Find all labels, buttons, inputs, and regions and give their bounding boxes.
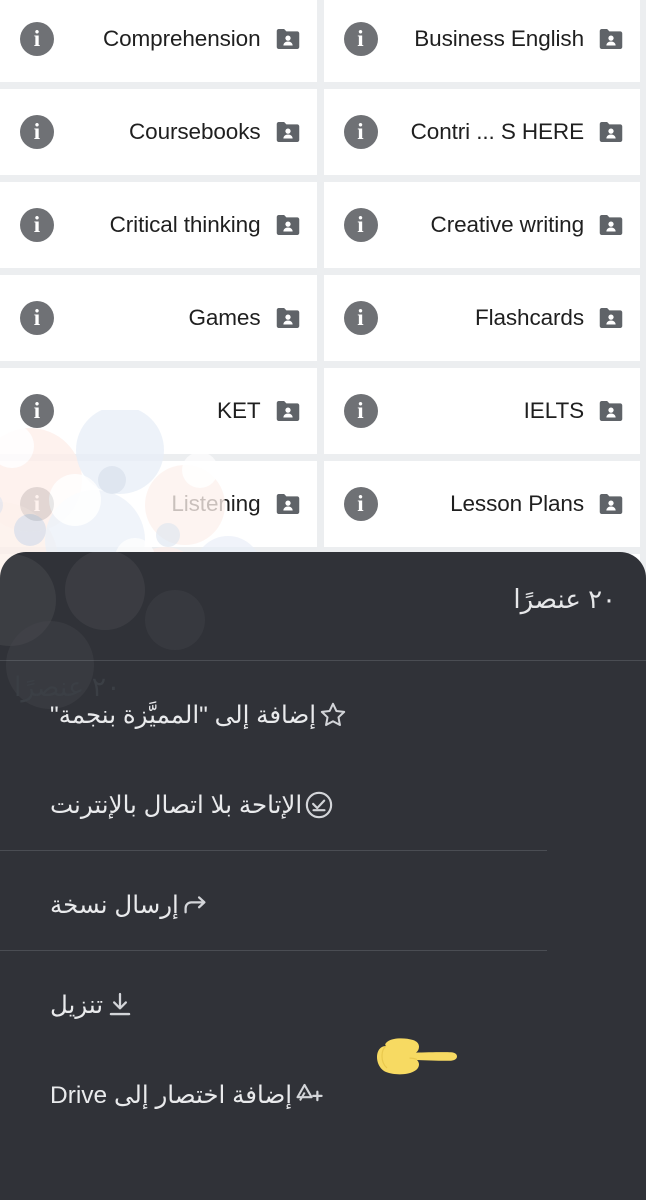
info-icon[interactable]: i <box>20 208 54 242</box>
pointing-hand-right-icon <box>377 1038 457 1075</box>
info-icon[interactable]: i <box>343 115 378 149</box>
file-grid-row: i Coursebooks i Contri ... S HERE <box>0 89 640 175</box>
menu-item-label: إرسال نسخة <box>50 892 179 919</box>
info-icon[interactable]: i <box>343 301 378 335</box>
folder-card-title: Flashcards <box>474 305 584 330</box>
menu-group: إرسال نسخة <box>0 860 646 950</box>
file-grid-row: i Critical thinking i Creative writing <box>0 182 640 268</box>
bottom-sheet-header: ٢٠ عنصرًا <box>0 552 646 660</box>
info-icon[interactable]: i <box>343 394 378 428</box>
folder-card[interactable]: i Critical thinking <box>0 182 317 268</box>
folder-card-title: KET <box>217 398 261 423</box>
folder-card[interactable]: i Business English <box>323 0 640 82</box>
info-icon[interactable]: i <box>20 394 54 428</box>
shared-folder-icon <box>273 303 303 333</box>
folder-card-title: Coursebooks <box>129 119 261 144</box>
folder-card[interactable]: i Contri ... S HERE <box>323 89 640 175</box>
folder-card[interactable]: i Coursebooks <box>0 89 317 175</box>
menu-item-download[interactable]: تنزيل <box>0 960 646 1050</box>
folder-card[interactable]: i KET <box>0 368 317 454</box>
folder-card[interactable]: i Creative writing <box>323 182 640 268</box>
info-icon[interactable]: i <box>20 301 54 335</box>
file-grid-row: i Listening i Lesson Plans <box>0 461 640 547</box>
info-icon[interactable]: i <box>20 115 54 149</box>
add-shortcut-drive-icon <box>292 1078 326 1112</box>
folder-card-title: Lesson Plans <box>450 491 584 516</box>
folder-card-title: Contri ... S HERE <box>410 119 584 144</box>
menu-item-label: تنزيل <box>50 992 104 1019</box>
folder-card-title: Business English <box>414 26 584 51</box>
shared-folder-icon <box>273 489 303 519</box>
menu-item-send-a-copy[interactable]: إرسال نسخة <box>0 860 646 950</box>
shared-folder-icon <box>596 489 626 519</box>
info-icon[interactable]: i <box>20 487 54 521</box>
divider <box>0 660 646 661</box>
folder-card-title: Comprehension <box>102 26 261 51</box>
bottom-sheet-menu: ٢٠ عنصرًا إضافة إلى "المميَّزة بنجمة" ال… <box>0 552 646 1200</box>
menu-item-label: إضافة إلى "المميَّزة بنجمة" <box>50 702 317 729</box>
folder-card-title: Critical thinking <box>109 212 261 237</box>
send-copy-arrow-icon <box>179 888 213 922</box>
folder-card[interactable]: i Games <box>0 275 317 361</box>
shared-folder-icon <box>596 210 626 240</box>
folder-card[interactable]: i Listening <box>0 461 317 547</box>
shared-folder-icon <box>273 117 303 147</box>
divider <box>0 950 547 951</box>
shared-folder-icon <box>273 24 303 54</box>
file-grid-row: i Games i Flashcards <box>0 275 640 361</box>
file-grid: i Comprehension i Business English i Cou… <box>0 0 640 640</box>
shared-folder-icon <box>596 24 626 54</box>
info-icon[interactable]: i <box>20 22 54 56</box>
folder-card-title: Creative writing <box>430 212 585 237</box>
menu-item-available-offline[interactable]: الإتاحة بلا اتصال بالإنترنت <box>0 760 646 850</box>
menu-group: تنزيل إضافة اختصار إلى Drive <box>0 960 646 1140</box>
shared-folder-icon <box>596 117 626 147</box>
shared-folder-icon <box>273 210 303 240</box>
download-icon <box>103 988 137 1022</box>
folder-card[interactable]: i IELTS <box>323 368 640 454</box>
folder-card[interactable]: i Lesson Plans <box>323 461 640 547</box>
folder-card-title: IELTS <box>523 398 584 423</box>
folder-card[interactable]: i Comprehension <box>0 0 317 82</box>
divider <box>0 850 547 851</box>
star-outline-icon <box>316 698 350 732</box>
sheet-watermark-text: ٢٠ عنصرًا <box>14 672 121 702</box>
file-grid-row: i Comprehension i Business English <box>0 0 640 82</box>
info-icon[interactable]: i <box>343 208 378 242</box>
shared-folder-icon <box>273 396 303 426</box>
menu-item-add-shortcut-to-drive[interactable]: إضافة اختصار إلى Drive <box>0 1050 646 1140</box>
menu-item-label: الإتاحة بلا اتصال بالإنترنت <box>50 792 303 819</box>
selected-items-count: ٢٠ عنصرًا <box>513 583 616 614</box>
shared-folder-icon <box>596 396 626 426</box>
offline-check-circle-icon <box>302 788 336 822</box>
menu-item-label: إضافة اختصار إلى Drive <box>50 1082 293 1109</box>
file-grid-row: i KET i IELTS <box>0 368 640 454</box>
info-icon[interactable]: i <box>343 22 378 56</box>
shared-folder-icon <box>596 303 626 333</box>
folder-card-title: Games <box>188 305 261 330</box>
folder-card-title: Listening <box>171 491 261 516</box>
info-icon[interactable]: i <box>343 487 378 521</box>
folder-card[interactable]: i Flashcards <box>323 275 640 361</box>
